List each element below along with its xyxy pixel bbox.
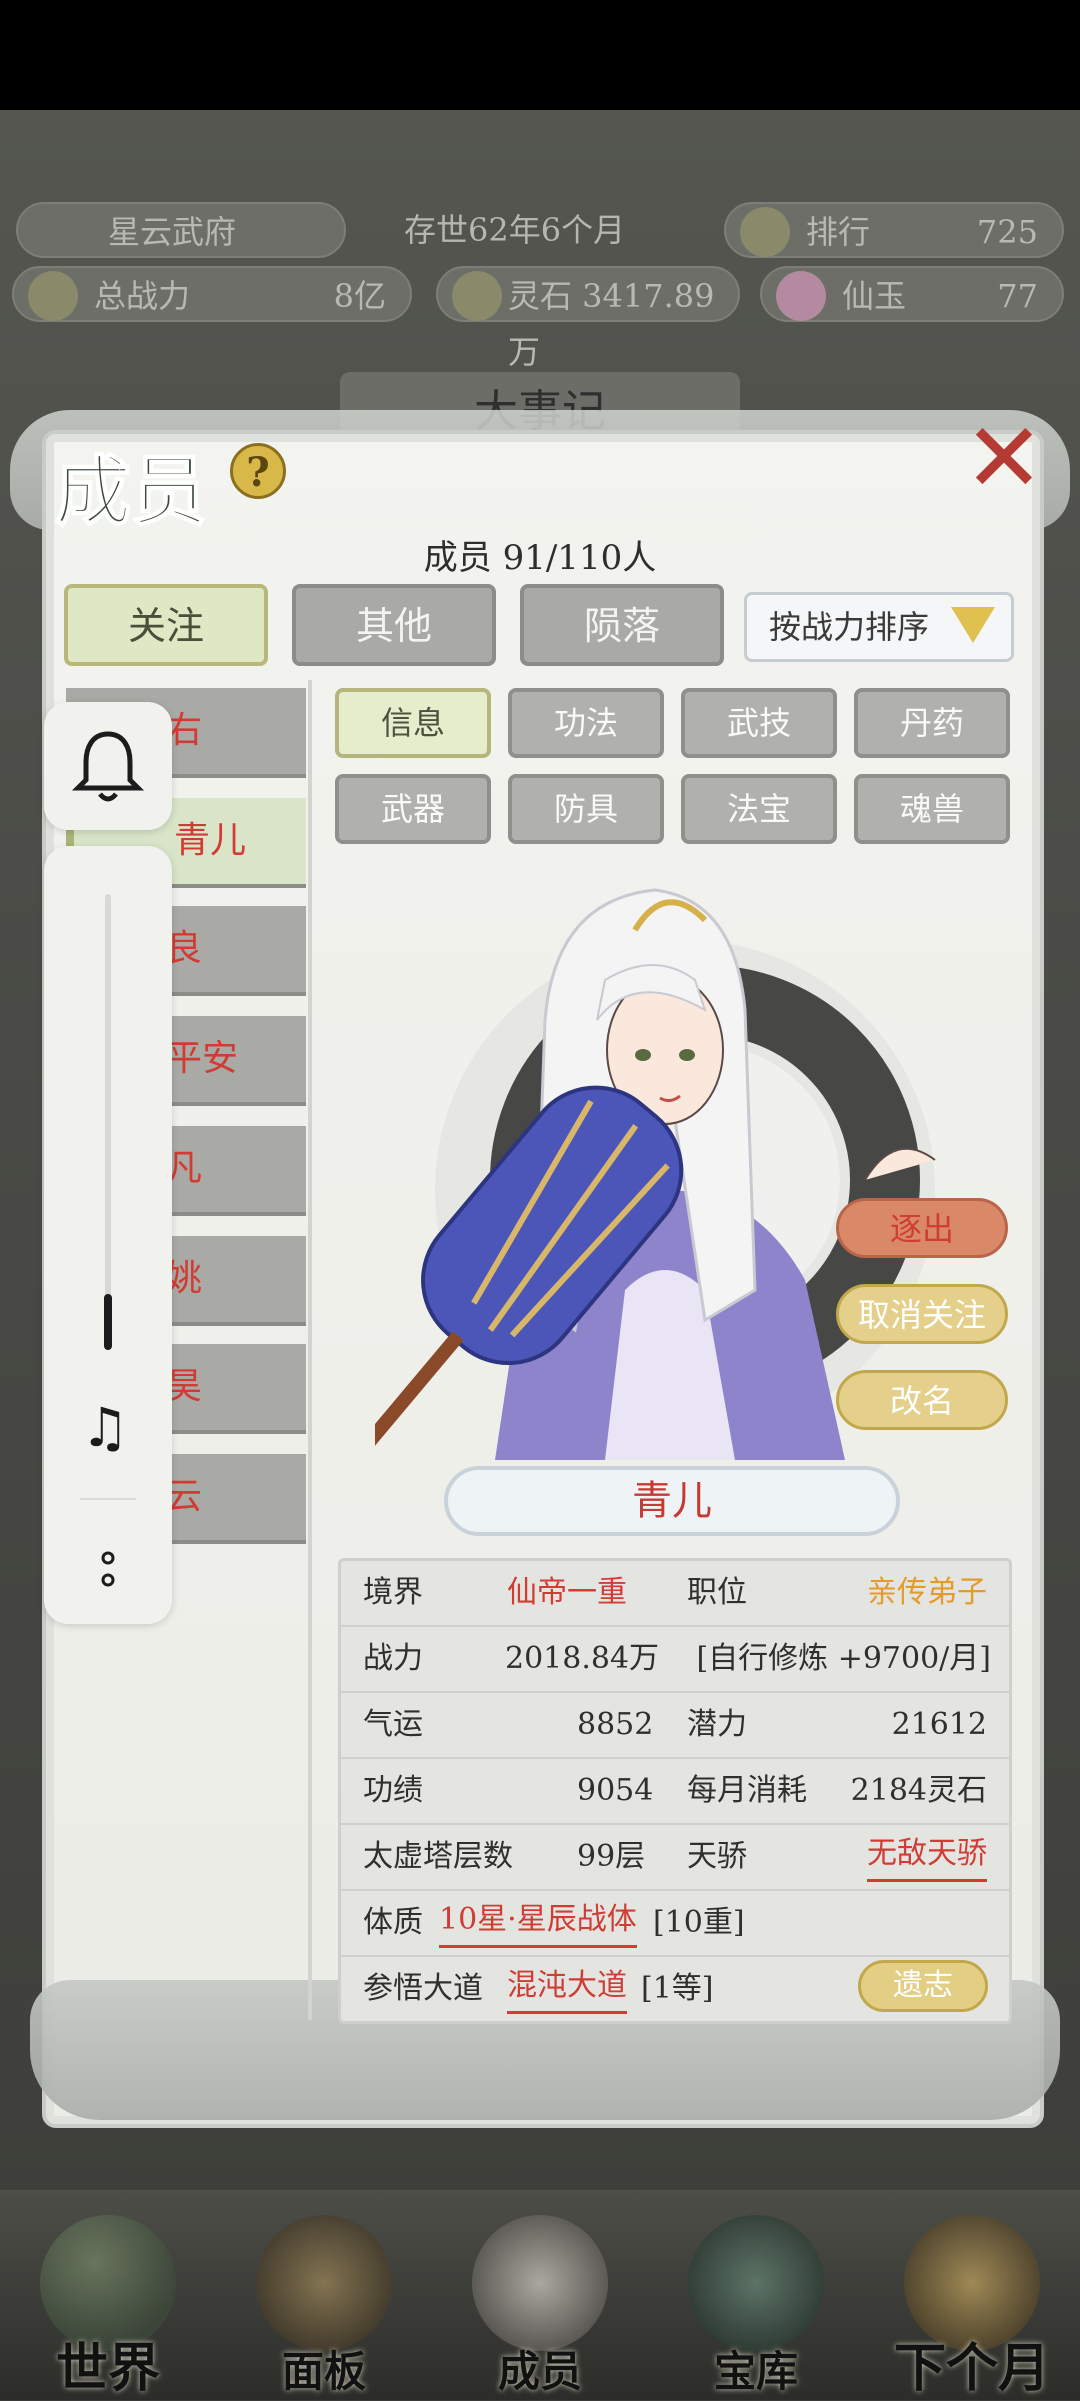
more-options-icon[interactable] (100, 1550, 116, 1590)
volume-slider-track[interactable] (105, 894, 111, 1350)
nav-world[interactable]: 世界 (0, 2190, 216, 2400)
chevron-down-icon (951, 607, 995, 643)
spirit-stone-pill: 灵石 3417.89万 (436, 266, 740, 371)
merit-value: 9054 (577, 1773, 654, 1808)
potential-value: 21612 (891, 1707, 987, 1742)
info-row: 功绩 9054 每月消耗 2184灵石 (341, 1759, 1009, 1825)
power-value: 8亿 (333, 277, 386, 315)
rank-value: 725 (976, 213, 1038, 251)
tab-fallen[interactable]: 陨落 (520, 584, 724, 666)
info-row: 境界 仙帝一重 职位 亲传弟子 (341, 1561, 1009, 1627)
sort-label: 按战力排序 (769, 608, 930, 646)
rename-button[interactable]: 改名 (836, 1370, 1008, 1430)
luck-label: 气运 (363, 1707, 423, 1742)
nav-world-label: 世界 (55, 2338, 160, 2399)
spirit-stone-icon (452, 271, 502, 321)
tab-others[interactable]: 其他 (292, 584, 496, 666)
potential-label: 潜力 (687, 1707, 747, 1742)
nav-panel[interactable]: 面板 (216, 2190, 432, 2400)
nav-panel-label: 面板 (281, 2347, 366, 2396)
power-label: 战力 (363, 1641, 423, 1676)
rank-label: 排行 (806, 213, 871, 251)
rank-icon (740, 207, 790, 257)
jade-pill: 仙玉 77 (760, 266, 1064, 322)
dao-label: 参悟大道 (363, 1971, 483, 2006)
monthly-cost-value: 2184灵石 (850, 1773, 987, 1808)
subtab-skills[interactable]: 功法 (508, 688, 664, 758)
expel-button[interactable]: 逐出 (836, 1198, 1008, 1258)
existence-time: 存世62年6个月 (404, 211, 626, 249)
talent-value[interactable]: 无敌天骄 (867, 1829, 987, 1882)
panel-title: 成员 (54, 446, 208, 537)
status-bar (0, 0, 1080, 110)
notification-control[interactable] (44, 702, 172, 830)
bell-icon (71, 731, 145, 802)
self-train-value: [自行修炼 +9700/月] (696, 1641, 991, 1676)
members-icon (472, 2215, 608, 2351)
subtab-soul-beasts[interactable]: 魂兽 (854, 774, 1010, 844)
info-row: 太虚塔层数 99层 天骄 无敌天骄 (341, 1825, 1009, 1891)
tower-label: 太虚塔层数 (363, 1839, 513, 1874)
nav-treasury[interactable]: 宝库 (648, 2190, 864, 2400)
sect-name: 星云武府 (108, 213, 237, 251)
list-divider (308, 680, 312, 2020)
volume-slider-handle[interactable] (104, 1294, 112, 1350)
subtab-martial-arts[interactable]: 武技 (681, 688, 837, 758)
character-info-table: 境界 仙帝一重 职位 亲传弟子 战力 2018.84万 [自行修炼 +9700/… (338, 1558, 1012, 2024)
dao-level: [1等] (641, 1971, 714, 2006)
power-icon (28, 271, 78, 321)
nav-next-month-label: 下个月 (893, 2338, 1050, 2399)
panel-icon (256, 2215, 392, 2351)
position-label: 职位 (687, 1575, 747, 1610)
physique-value[interactable]: 10星·星辰战体 (439, 1895, 637, 1948)
physique-label: 体质 (363, 1905, 423, 1940)
sort-dropdown[interactable]: 按战力排序 (744, 592, 1014, 662)
position-value: 亲传弟子 (867, 1575, 987, 1610)
subtab-weapons[interactable]: 武器 (335, 774, 491, 844)
nav-members-label: 成员 (497, 2347, 582, 2396)
tab-followed[interactable]: 关注 (64, 584, 268, 666)
tower-value: 99层 (577, 1839, 646, 1874)
power-label: 总战力 (94, 277, 191, 315)
power-value: 2018.84万 (505, 1641, 660, 1676)
realm-label: 境界 (363, 1575, 423, 1610)
monthly-cost-label: 每月消耗 (687, 1773, 807, 1808)
info-row: 气运 8852 潜力 21612 (341, 1693, 1009, 1759)
character-name-plate: 青儿 (444, 1466, 900, 1536)
nav-next-month[interactable]: 下个月 (864, 2190, 1080, 2400)
rank-pill[interactable]: 排行 725 (724, 202, 1064, 258)
talent-label: 天骄 (687, 1839, 747, 1874)
unfollow-button[interactable]: 取消关注 (836, 1284, 1008, 1344)
subtab-pills[interactable]: 丹药 (854, 688, 1010, 758)
close-icon[interactable]: ✕ (958, 410, 1050, 506)
power-pill: 总战力 8亿 (12, 266, 412, 322)
nav-treasury-label: 宝库 (713, 2347, 798, 2396)
subtab-info[interactable]: 信息 (335, 688, 491, 758)
nav-members[interactable]: 成员 (432, 2190, 648, 2400)
info-row: 战力 2018.84万 [自行修炼 +9700/月] (341, 1627, 1009, 1693)
member-count: 成员 91/110人 (423, 538, 657, 578)
subtab-armor[interactable]: 防具 (508, 774, 664, 844)
physique-level: [10重] (653, 1905, 745, 1940)
dao-value[interactable]: 混沌大道 (507, 1961, 627, 2014)
music-note-icon[interactable]: ♫ (70, 1398, 140, 1458)
merit-label: 功绩 (363, 1773, 423, 1808)
remains-button[interactable]: 遗志 (858, 1960, 988, 2012)
jade-icon (776, 271, 826, 321)
sect-name-pill: 星云武府 (16, 202, 346, 258)
jade-label: 仙玉 (842, 277, 907, 315)
jade-value: 77 (997, 277, 1038, 315)
spirit-stone-value: 灵石 3417.89万 (508, 277, 715, 371)
treasury-icon (688, 2215, 824, 2351)
bottom-nav: 世界 面板 成员 宝库 下个月 (0, 2190, 1080, 2400)
realm-value: 仙帝一重 (507, 1575, 627, 1610)
control-divider (80, 1498, 136, 1500)
info-row: 体质 10星·星辰战体 [10重] (341, 1891, 1009, 1957)
subtab-treasures[interactable]: 法宝 (681, 774, 837, 844)
luck-value: 8852 (577, 1707, 654, 1742)
help-icon[interactable]: ? (230, 443, 286, 499)
